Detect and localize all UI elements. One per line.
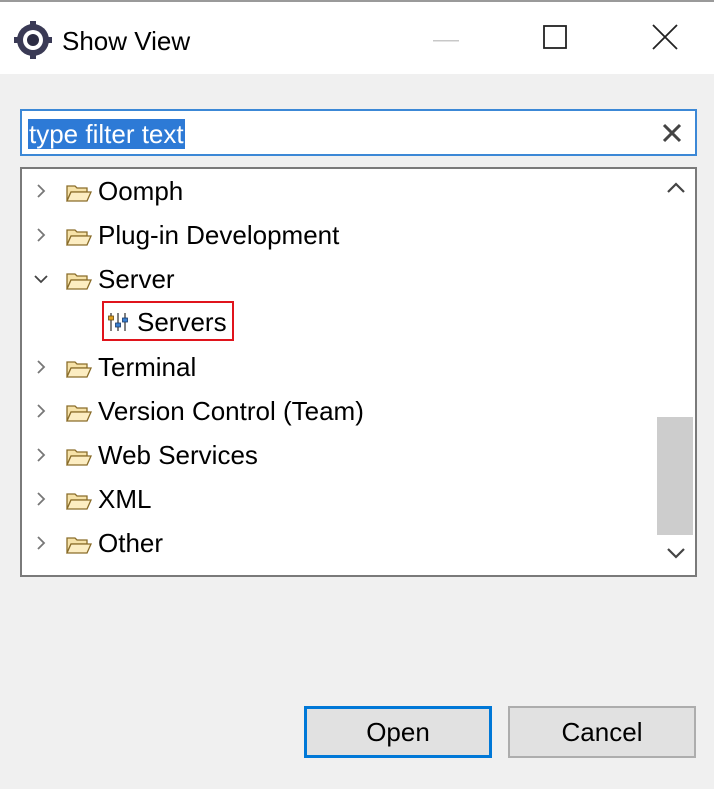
tree-item-server[interactable]: Server <box>22 259 652 299</box>
tree-item-label: Version Control (Team) <box>98 396 364 426</box>
open-button[interactable]: Open <box>304 706 492 758</box>
chevron-right-icon[interactable] <box>31 489 51 509</box>
folder-icon <box>65 271 93 291</box>
servers-view-icon <box>107 310 131 334</box>
scroll-up-button[interactable] <box>656 169 695 211</box>
filter-input[interactable]: type filter text <box>20 109 697 156</box>
tree-item-other[interactable]: Other <box>22 523 652 563</box>
show-view-dialog: Show View type filter text Oomph Plug-in… <box>0 0 714 789</box>
maximize-button[interactable] <box>522 12 588 66</box>
tree-item-label: Web Services <box>98 440 258 470</box>
chevron-right-icon[interactable] <box>31 533 51 553</box>
view-tree: Oomph Plug-in Development Server Servers… <box>20 167 697 577</box>
tree-item-plugin-development[interactable]: Plug-in Development <box>22 215 652 255</box>
eclipse-gear-icon <box>14 21 52 59</box>
tree-item-label: Server <box>98 264 175 294</box>
chevron-down-icon[interactable] <box>31 269 51 289</box>
chevron-right-icon[interactable] <box>31 445 51 465</box>
chevron-up-icon <box>666 181 686 200</box>
scrollbar-thumb[interactable] <box>657 417 693 535</box>
tree-item-web-services[interactable]: Web Services <box>22 435 652 475</box>
filter-text-selected[interactable]: type filter text <box>28 119 185 149</box>
chevron-right-icon[interactable] <box>31 181 51 201</box>
tree-item-servers[interactable]: Servers <box>102 301 234 341</box>
clear-x-icon[interactable] <box>659 120 685 146</box>
folder-icon <box>65 403 93 423</box>
tree-item-xml[interactable]: XML <box>22 479 652 519</box>
maximize-icon <box>543 24 567 54</box>
folder-icon <box>65 183 93 203</box>
tree-item-label: Terminal <box>98 352 197 382</box>
close-icon <box>652 23 678 55</box>
tree-item-oomph[interactable]: Oomph <box>22 171 652 211</box>
chevron-right-icon[interactable] <box>31 401 51 421</box>
folder-icon <box>65 359 93 379</box>
window-title: Show View <box>62 26 191 56</box>
cancel-button[interactable]: Cancel <box>508 706 696 758</box>
tree-item-label: XML <box>98 484 152 514</box>
tree-item-label: Other <box>98 528 164 558</box>
folder-icon <box>65 447 93 467</box>
vertical-scrollbar[interactable] <box>656 167 697 577</box>
chevron-right-icon[interactable] <box>31 357 51 377</box>
tree-item-version-control[interactable]: Version Control (Team) <box>22 391 652 431</box>
title-bar: Show View <box>0 2 714 74</box>
folder-icon <box>65 491 93 511</box>
folder-icon <box>65 227 93 247</box>
minimize-icon <box>433 30 459 48</box>
tree-item-label: Oomph <box>98 176 184 206</box>
tree-item-terminal[interactable]: Terminal <box>22 347 652 387</box>
scroll-down-button[interactable] <box>656 535 695 575</box>
tree-item-label: Servers <box>137 307 227 337</box>
minimize-button[interactable] <box>413 12 479 66</box>
chevron-down-icon <box>666 546 686 565</box>
tree-item-label: Plug-in Development <box>98 220 340 250</box>
close-button[interactable] <box>632 12 698 66</box>
folder-icon <box>65 535 93 555</box>
chevron-right-icon[interactable] <box>31 225 51 245</box>
